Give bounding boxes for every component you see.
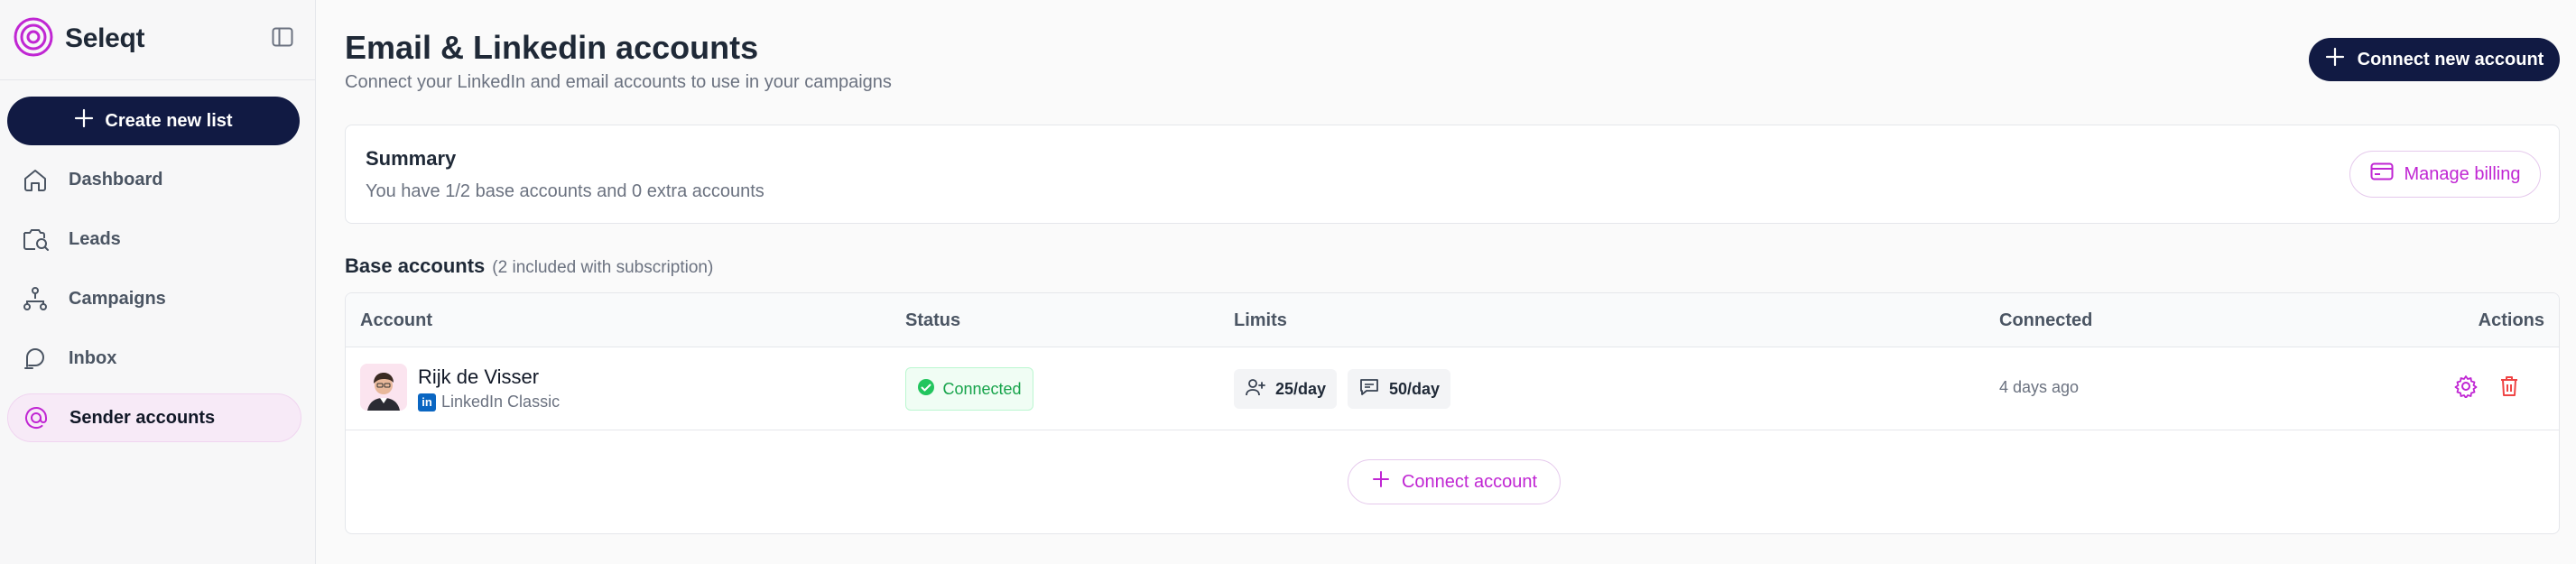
- message-icon: [1358, 377, 1380, 402]
- sidebar-item-inbox[interactable]: Inbox: [7, 334, 301, 383]
- status-badge: Connected: [905, 367, 1033, 411]
- at-sign-icon: [21, 402, 51, 433]
- plus-icon: [1371, 469, 1391, 495]
- invite-limit-value: 25/day: [1275, 379, 1327, 398]
- summary-text: You have 1/2 base accounts and 0 extra a…: [366, 181, 764, 201]
- sidebar-panel-icon: [272, 27, 293, 51]
- leads-search-icon: [20, 224, 51, 254]
- column-account: Account: [360, 310, 432, 330]
- summary-title: Summary: [366, 147, 457, 170]
- sidebar-item-label: Dashboard: [69, 169, 163, 190]
- page-title: Email & Linkedin accounts: [345, 29, 759, 66]
- credit-card-icon: [2370, 162, 2394, 186]
- sidebar-item-label: Leads: [69, 228, 121, 249]
- status-label: Connected: [942, 379, 1022, 398]
- seleqt-logo-icon: [13, 16, 54, 62]
- sidebar-item-leads[interactable]: Leads: [7, 215, 301, 264]
- trash-icon: [2498, 374, 2520, 402]
- sidebar-item-sender-accounts[interactable]: Sender accounts: [7, 393, 301, 442]
- sidebar-nav: Dashboard Leads Campaigns Inbox Sender a…: [7, 155, 301, 453]
- column-connected: Connected: [1999, 310, 2093, 330]
- table-row: Rijk de Visser in LinkedIn Classic Conne…: [346, 347, 2559, 430]
- base-accounts-heading: Base accounts (2 included with subscripti…: [345, 254, 713, 278]
- summary-card: Summary You have 1/2 base accounts and 0…: [345, 125, 2560, 224]
- check-circle-icon: [917, 378, 935, 401]
- create-new-list-button[interactable]: Create new list: [7, 97, 300, 145]
- account-type: in LinkedIn Classic: [418, 393, 560, 411]
- base-accounts-note: (2 included with subscription): [492, 258, 714, 277]
- plus-icon: [74, 108, 94, 134]
- sidebar-item-label: Sender accounts: [69, 407, 216, 428]
- connect-account-button[interactable]: Connect account: [1348, 459, 1561, 504]
- sidebar-divider: [0, 79, 316, 80]
- plus-icon: [2325, 47, 2345, 72]
- brand-name: Seleqt: [65, 23, 145, 53]
- column-limits: Limits: [1234, 310, 1287, 330]
- connect-new-account-label: Connect new account: [2357, 49, 2544, 69]
- connect-account-label: Connect account: [1401, 471, 1538, 492]
- avatar: [360, 364, 407, 411]
- settings-button[interactable]: [2452, 374, 2479, 402]
- column-actions: Actions: [2478, 310, 2544, 330]
- account-type-label: LinkedIn Classic: [441, 393, 561, 411]
- column-status: Status: [905, 310, 961, 330]
- sidebar-item-label: Campaigns: [69, 288, 166, 309]
- sidebar-item-dashboard[interactable]: Dashboard: [7, 155, 301, 204]
- account-name: Rijk de Visser: [418, 365, 540, 388]
- message-limit-chip: 50/day: [1348, 369, 1451, 409]
- sidebar-toggle-button[interactable]: [267, 25, 298, 52]
- sidebar-item-campaigns[interactable]: Campaigns: [7, 274, 301, 323]
- invite-limit-chip: 25/day: [1234, 369, 1338, 409]
- sidebar: Seleqt Create new list Dashboard Leads C…: [0, 0, 316, 564]
- brand[interactable]: Seleqt: [13, 16, 145, 62]
- sidebar-item-label: Inbox: [69, 347, 117, 368]
- page-subtitle: Connect your LinkedIn and email accounts…: [345, 72, 892, 92]
- connect-new-account-button[interactable]: Connect new account: [2309, 38, 2560, 81]
- campaigns-flow-icon: [20, 283, 51, 314]
- linkedin-icon: in: [418, 393, 436, 411]
- table-header: Account Status Limits Connected Actions: [346, 293, 2559, 347]
- manage-billing-button[interactable]: Manage billing: [2349, 151, 2541, 198]
- manage-billing-label: Manage billing: [2404, 163, 2521, 184]
- delete-button[interactable]: [2496, 374, 2523, 402]
- user-plus-icon: [1245, 377, 1266, 402]
- message-limit-value: 50/day: [1389, 379, 1441, 398]
- create-new-list-label: Create new list: [105, 110, 233, 131]
- home-icon: [20, 164, 51, 195]
- gear-icon: [2454, 374, 2478, 402]
- inbox-chat-icon: [20, 343, 51, 374]
- connected-time: 4 days ago: [1999, 378, 2080, 396]
- base-accounts-table: Account Status Limits Connected Actions …: [345, 292, 2560, 534]
- base-accounts-title: Base accounts: [345, 254, 486, 277]
